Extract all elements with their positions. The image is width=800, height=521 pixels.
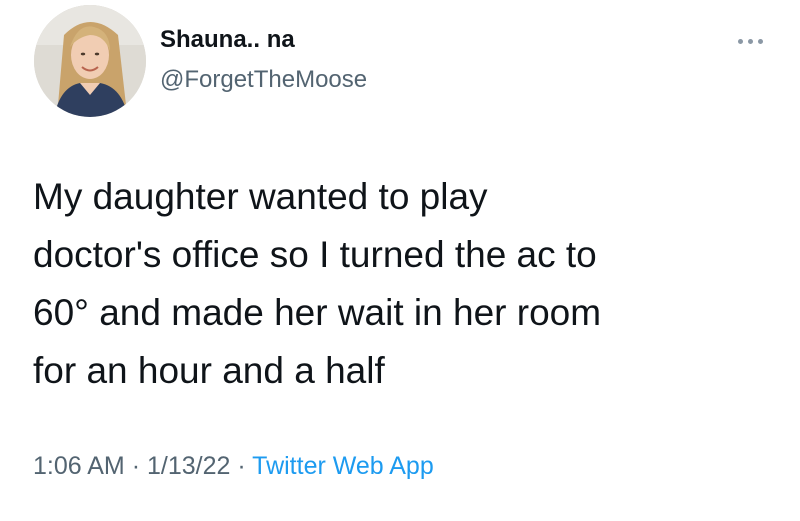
avatar[interactable] — [34, 5, 146, 117]
tweet-time[interactable]: 1:06 AM — [33, 452, 125, 480]
meta-separator: · — [131, 452, 141, 480]
more-options-button[interactable] — [727, 28, 773, 54]
user-handle[interactable]: @ForgetTheMoose — [160, 66, 367, 94]
tweet-text: My daughter wanted to play doctor's offi… — [33, 168, 773, 400]
tweet-source-link[interactable]: Twitter Web App — [252, 452, 434, 480]
tweet-metadata: 1:06 AM · 1/13/22 · Twitter Web App — [33, 452, 434, 481]
more-options-icon — [737, 38, 743, 44]
profile-photo-icon — [34, 5, 146, 117]
tweet-text-line: My daughter wanted to play — [33, 176, 488, 217]
tweet-text-line: doctor's office so I turned the ac to — [33, 234, 597, 275]
more-options-icon-dot — [747, 38, 753, 44]
tweet-text-line: 60° and made her wait in her room — [33, 292, 602, 333]
tweet-card: Shauna.. na @ForgetTheMoose My daughter … — [0, 0, 800, 521]
display-name[interactable]: Shauna.. na — [160, 26, 295, 54]
tweet-date[interactable]: 1/13/22 — [147, 452, 230, 480]
tweet-text-line: for an hour and a half — [33, 350, 385, 391]
more-options-icon-dot — [757, 38, 763, 44]
meta-separator: · — [237, 452, 246, 480]
